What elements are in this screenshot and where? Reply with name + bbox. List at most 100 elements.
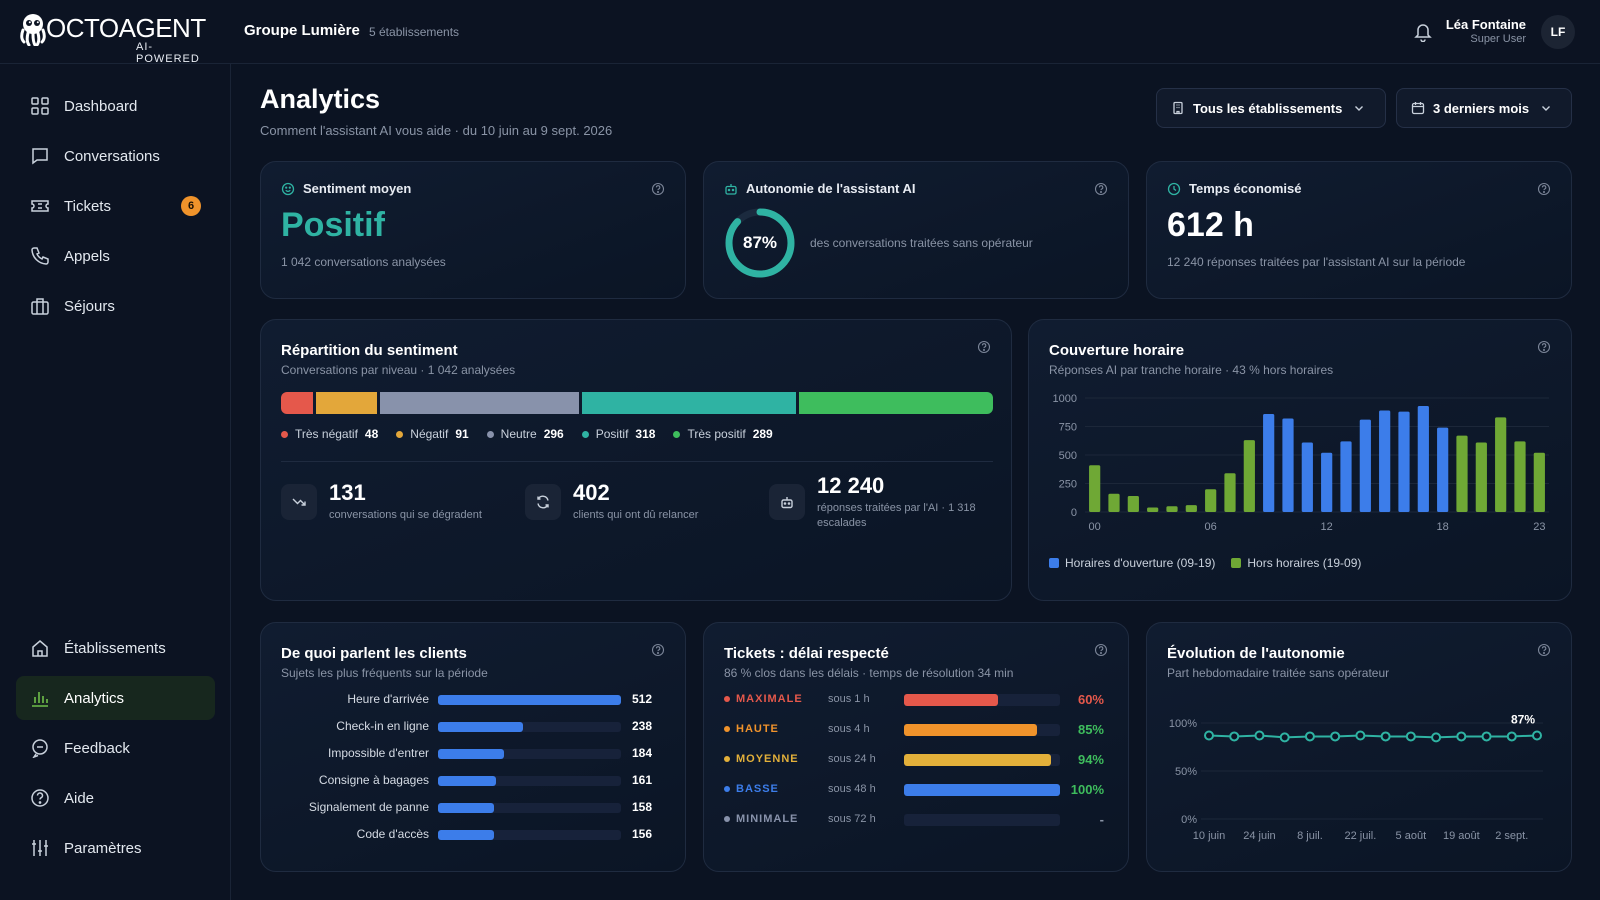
autonomy-point bbox=[1229, 731, 1240, 742]
sla-percent: 60% bbox=[1077, 692, 1104, 707]
stat-label: clients qui ont dû relancer bbox=[573, 509, 699, 521]
sidebar-item-sejours[interactable]: Séjours bbox=[16, 284, 215, 328]
sla-track bbox=[904, 814, 1060, 826]
sidebar-item-tickets[interactable]: Tickets 6 bbox=[16, 184, 215, 228]
refresh-icon bbox=[537, 495, 549, 509]
priority-sla: sous 24 h bbox=[828, 753, 876, 765]
stat-value: 12 240 bbox=[817, 473, 885, 498]
sidebar-item-appels[interactable]: Appels bbox=[16, 234, 215, 278]
topic-track bbox=[438, 803, 621, 813]
priority-dot bbox=[724, 786, 730, 792]
help-icon[interactable] bbox=[1537, 643, 1551, 657]
ticket-priority-row[interactable]: HAUTE sous 4 h 85% bbox=[724, 721, 1104, 739]
y-tick-label: 500 bbox=[1059, 450, 1077, 462]
tickets-count-badge: 6 bbox=[181, 196, 201, 216]
help-icon[interactable] bbox=[977, 340, 991, 354]
topics-subtitle: Sujets les plus fréquents sur la période bbox=[281, 666, 488, 680]
x-tick-label: 22 juil. bbox=[1344, 830, 1376, 842]
help-icon[interactable] bbox=[1094, 643, 1108, 657]
legend-value: 91 bbox=[455, 427, 469, 441]
sidebar-item-dashboard[interactable]: Dashboard bbox=[16, 84, 215, 128]
sidebar: Dashboard Conversations Tickets 6 Appels… bbox=[0, 64, 231, 900]
help-icon[interactable] bbox=[1537, 340, 1551, 354]
autonomy-point bbox=[1481, 731, 1492, 742]
sidebar-item-parametres[interactable]: Paramètres bbox=[16, 826, 215, 870]
ticket-priority-row[interactable]: MINIMALE sous 72 h - bbox=[724, 811, 1104, 829]
top-bar: OCTOAGENT AI-POWERED Groupe Lumière 5 ét… bbox=[0, 0, 1600, 65]
brand-name: OCTOAGENT bbox=[46, 13, 206, 43]
legend-dot bbox=[581, 430, 589, 438]
sla-track bbox=[904, 694, 1060, 706]
help-icon[interactable] bbox=[1094, 182, 1108, 196]
trend-down-icon bbox=[292, 498, 306, 506]
legend-value: 48 bbox=[364, 427, 379, 441]
sla-percent: - bbox=[1099, 812, 1104, 827]
priority-sla: sous 4 h bbox=[828, 723, 870, 735]
topic-track bbox=[438, 776, 621, 786]
robot-icon bbox=[781, 497, 793, 509]
hour-bar bbox=[1166, 506, 1178, 512]
autonomy-kpi-label: Autonomie de l'assistant AI bbox=[746, 181, 916, 196]
legend-label: Positif bbox=[595, 427, 629, 441]
priority-name: BASSE bbox=[736, 783, 779, 795]
help-icon bbox=[31, 789, 49, 807]
legend-value: 318 bbox=[635, 427, 656, 441]
hourly-coverage-card: Couverture horaire Réponses AI par tranc… bbox=[1028, 319, 1572, 601]
autonomy-point bbox=[1355, 730, 1366, 741]
help-icon[interactable] bbox=[651, 182, 665, 196]
ticket-priority-row[interactable]: MOYENNE sous 24 h 94% bbox=[724, 751, 1104, 769]
legend-swatch bbox=[1049, 558, 1059, 568]
topic-bar bbox=[438, 722, 524, 732]
priority-label: MINIMALE bbox=[724, 813, 798, 825]
hour-bar bbox=[1495, 417, 1507, 512]
establishment-filter-dropdown[interactable]: Tous les établissements bbox=[1156, 88, 1386, 128]
hour-bar bbox=[1108, 493, 1120, 512]
chevron-down-icon bbox=[1355, 106, 1364, 111]
x-tick-label: 12 bbox=[1321, 521, 1333, 533]
organization-name[interactable]: Groupe Lumière bbox=[244, 22, 360, 39]
hour-bar bbox=[1243, 440, 1255, 512]
home-icon bbox=[32, 640, 48, 657]
topic-row: Signalement de panne 158 bbox=[281, 799, 661, 817]
priority-name: MINIMALE bbox=[736, 813, 799, 825]
ticket-icon bbox=[31, 200, 49, 212]
suitcase-icon bbox=[31, 298, 49, 315]
ticket-priority-row[interactable]: BASSE sous 48 h 100% bbox=[724, 781, 1104, 799]
legend-value: 296 bbox=[543, 427, 564, 441]
legend-label: Très positif bbox=[687, 427, 746, 441]
autonomy-trend-card: Évolution de l'autonomie Part hebdomadai… bbox=[1146, 622, 1572, 872]
autonomy-trend-chart: 0% 50% 100% 87% 10 juin 24 juin 8 juil. 22 juil… bbox=[1169, 712, 1543, 842]
feedback-icon bbox=[32, 739, 48, 758]
legend-item-tres-positif: Très positif 289 bbox=[673, 427, 773, 441]
brand-logo[interactable]: OCTOAGENT AI-POWERED bbox=[18, 10, 208, 65]
sidebar-item-feedback[interactable]: Feedback bbox=[16, 726, 215, 770]
hour-bar bbox=[1398, 411, 1410, 512]
avatar[interactable]: LF bbox=[1541, 15, 1575, 49]
tickets-sla-card: Tickets : délai respecté 86 % clos dans … bbox=[703, 622, 1129, 872]
autonomy-point bbox=[1330, 731, 1341, 742]
sentiment-segment bbox=[281, 392, 314, 414]
sla-track bbox=[904, 754, 1060, 766]
sidebar-item-aide[interactable]: Aide bbox=[16, 776, 215, 820]
sliders-icon bbox=[32, 840, 48, 856]
autonomy-kpi-note: des conversations traitées sans opérateu… bbox=[810, 236, 1033, 250]
card-header: Autonomie de l'assistant AI bbox=[724, 181, 915, 196]
sla-track bbox=[904, 784, 1060, 796]
help-icon[interactable] bbox=[651, 643, 665, 657]
sentiment-kpi-card: Sentiment moyen Positif 1 042 conversati… bbox=[260, 161, 686, 299]
bell-icon[interactable] bbox=[1414, 22, 1432, 42]
help-icon[interactable] bbox=[1537, 182, 1551, 196]
x-tick-label: 19 août bbox=[1443, 830, 1480, 842]
period-filter-dropdown[interactable]: 3 derniers mois bbox=[1396, 88, 1572, 128]
smile-icon bbox=[281, 182, 295, 195]
sidebar-item-conversations[interactable]: Conversations bbox=[16, 134, 215, 178]
sentiment-segment bbox=[316, 392, 378, 414]
legend-item-off-hours: Hors horaires (19-09) bbox=[1231, 556, 1361, 570]
hour-bar bbox=[1359, 419, 1371, 512]
ticket-priority-row[interactable]: MAXIMALE sous 1 h 60% bbox=[724, 691, 1104, 709]
sidebar-item-analytics[interactable]: Analytics bbox=[16, 676, 215, 720]
legend-label: Négatif bbox=[410, 427, 449, 441]
priority-dot bbox=[724, 816, 730, 822]
sidebar-item-etablissements[interactable]: Établissements bbox=[16, 626, 215, 670]
sidebar-item-label: Conversations bbox=[64, 147, 160, 165]
